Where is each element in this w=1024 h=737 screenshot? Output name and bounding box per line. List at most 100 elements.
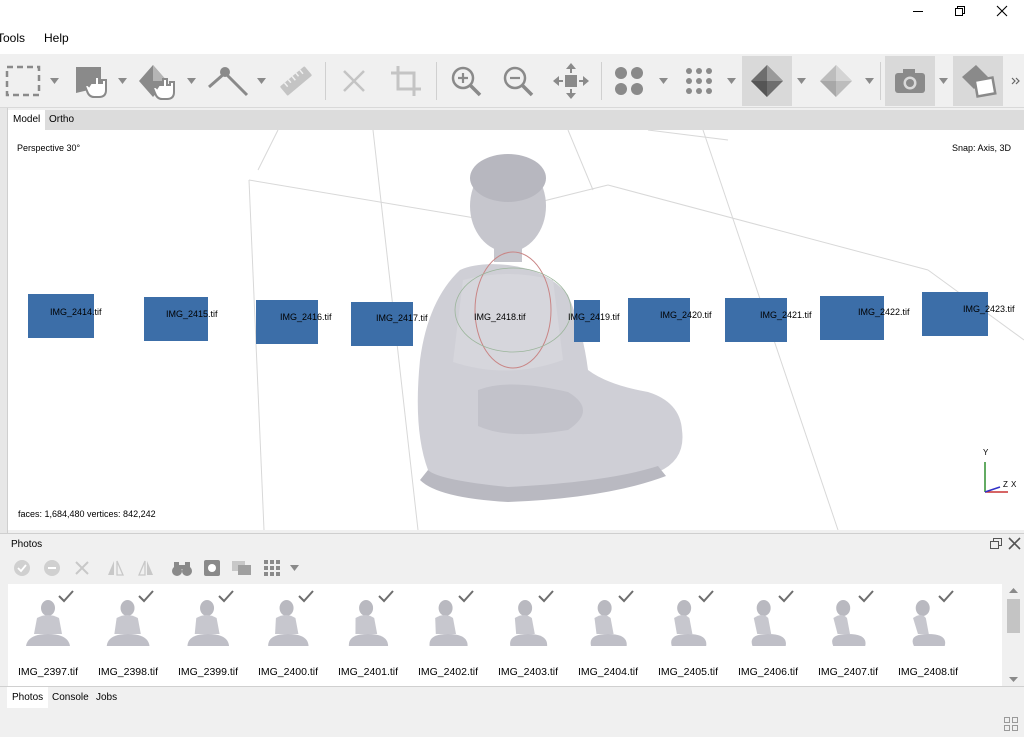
remove-cameras-button[interactable] [71, 557, 93, 579]
enable-cameras-button[interactable] [11, 557, 33, 579]
photo-thumbnail[interactable]: IMG_2403.tif [488, 588, 566, 682]
zoom-out-button[interactable] [496, 56, 540, 106]
ruler-button[interactable] [276, 56, 316, 106]
toolbar [0, 54, 1024, 108]
chevron-down-icon[interactable] [290, 565, 299, 571]
axis-z-label: Z [1003, 480, 1008, 489]
show-images-button[interactable] [231, 557, 253, 579]
mirror-right-icon [138, 560, 153, 576]
photo-thumbnail[interactable]: IMG_2397.tif [8, 588, 86, 682]
chevron-down-icon[interactable] [187, 78, 196, 84]
zoom-in-button[interactable] [444, 56, 488, 106]
photo-filename: IMG_2402.tif [417, 666, 479, 678]
photo-thumbnail[interactable]: IMG_2401.tif [328, 588, 406, 682]
crop-icon [391, 66, 421, 96]
camera-marker[interactable] [144, 297, 208, 341]
toolbar-separator [436, 62, 437, 100]
photo-thumbnail[interactable]: IMG_2400.tif [248, 588, 326, 682]
chevron-down-icon[interactable] [118, 78, 127, 84]
rectangle-selection-button[interactable] [2, 56, 44, 106]
filter-by-markers-button[interactable] [171, 557, 193, 579]
checkmark-icon [138, 590, 154, 603]
minimize-icon [913, 11, 923, 12]
camera-marker[interactable] [256, 300, 318, 344]
photos-scrollbar[interactable] [1003, 584, 1024, 686]
show-aligned-chunks-button[interactable] [953, 56, 1003, 106]
camera-marker[interactable] [725, 298, 787, 342]
workspace-panel-edge[interactable] [0, 108, 8, 536]
photo-thumbnail[interactable]: IMG_2399.tif [168, 588, 246, 682]
chevron-right-double-icon [1011, 77, 1020, 85]
menu-tools[interactable]: Tools [0, 31, 25, 45]
photo-thumbnail[interactable]: IMG_2405.tif [648, 588, 726, 682]
draw-polyline-button[interactable] [204, 56, 252, 106]
close-button[interactable] [980, 0, 1024, 22]
photo-thumbnail[interactable]: IMG_2407.tif [808, 588, 886, 682]
rotate-right-button[interactable] [135, 557, 157, 579]
checkmark-icon [538, 590, 554, 603]
checkmark-icon [938, 590, 954, 603]
tab-console[interactable]: Console [47, 687, 94, 709]
crop-button[interactable] [386, 56, 426, 106]
delete-button[interactable] [334, 56, 374, 106]
chevron-down-icon[interactable] [939, 78, 948, 84]
axis-y-label: Y [983, 448, 989, 457]
move-region-button[interactable] [70, 56, 116, 106]
view-tabs: Model Ortho [8, 110, 1024, 130]
camera-marker[interactable] [351, 302, 413, 346]
toolbar-overflow-button[interactable] [1008, 56, 1024, 106]
show-masks-button[interactable] [201, 557, 223, 579]
checkmark-icon [58, 590, 74, 603]
tab-model[interactable]: Model [8, 110, 46, 130]
camera-marker[interactable] [628, 298, 690, 342]
toolbar-separator [880, 62, 881, 100]
camera-marker[interactable] [820, 296, 884, 340]
minimize-button[interactable] [896, 0, 940, 22]
camera-marker[interactable] [922, 292, 988, 336]
chevron-down-icon[interactable] [257, 78, 266, 84]
photo-filename: IMG_2398.tif [97, 666, 159, 678]
binoculars-icon [172, 562, 192, 576]
chevron-down-icon[interactable] [50, 78, 59, 84]
reset-view-button[interactable] [548, 56, 594, 106]
menu-help[interactable]: Help [44, 31, 69, 45]
photo-thumbnail[interactable]: IMG_2398.tif [88, 588, 166, 682]
remove-icon [75, 561, 89, 575]
dense-cloud-button[interactable] [676, 56, 722, 106]
resize-grip-icon[interactable] [1003, 716, 1019, 732]
chevron-down-icon[interactable] [865, 78, 874, 84]
chevron-down-icon[interactable] [727, 78, 736, 84]
camera-icon [895, 69, 925, 93]
ruler-icon [280, 66, 312, 96]
restore-button[interactable] [938, 0, 982, 22]
move-region-icon [76, 67, 107, 98]
tab-photos[interactable]: Photos [7, 687, 49, 709]
float-pane-icon[interactable] [989, 537, 1003, 551]
rotate-object-button[interactable] [134, 56, 182, 106]
tab-jobs[interactable]: Jobs [91, 687, 122, 709]
close-pane-icon[interactable] [1007, 536, 1022, 551]
model-viewport[interactable]: Perspective 30° Snap: Axis, 3D faces: 1,… [8, 130, 1024, 530]
photo-thumbnail[interactable]: IMG_2408.tif [888, 588, 966, 682]
photo-thumbnail[interactable]: IMG_2404.tif [568, 588, 646, 682]
photos-toolbar [0, 553, 1024, 583]
photo-filename: IMG_2401.tif [337, 666, 399, 678]
aligned-chunks-icon [962, 65, 997, 98]
shaded-model-button[interactable] [742, 56, 792, 106]
photo-filename: IMG_2399.tif [177, 666, 239, 678]
chevron-down-icon[interactable] [659, 78, 668, 84]
tab-ortho[interactable]: Ortho [44, 110, 79, 130]
photo-thumbnail[interactable]: IMG_2406.tif [728, 588, 806, 682]
disable-cameras-button[interactable] [41, 557, 63, 579]
show-cameras-button[interactable] [885, 56, 935, 106]
rotate-left-button[interactable] [105, 557, 127, 579]
checkmark-icon [458, 590, 474, 603]
zoom-in-icon [451, 66, 482, 97]
photo-thumbnail[interactable]: IMG_2402.tif [408, 588, 486, 682]
projection-label: Perspective 30° [17, 143, 81, 153]
camera-label: IMG_2417.tif [376, 313, 428, 323]
textured-model-button[interactable] [812, 56, 860, 106]
point-cloud-button[interactable] [606, 56, 652, 106]
view-mode-button[interactable] [261, 557, 283, 579]
chevron-down-icon[interactable] [797, 78, 806, 84]
